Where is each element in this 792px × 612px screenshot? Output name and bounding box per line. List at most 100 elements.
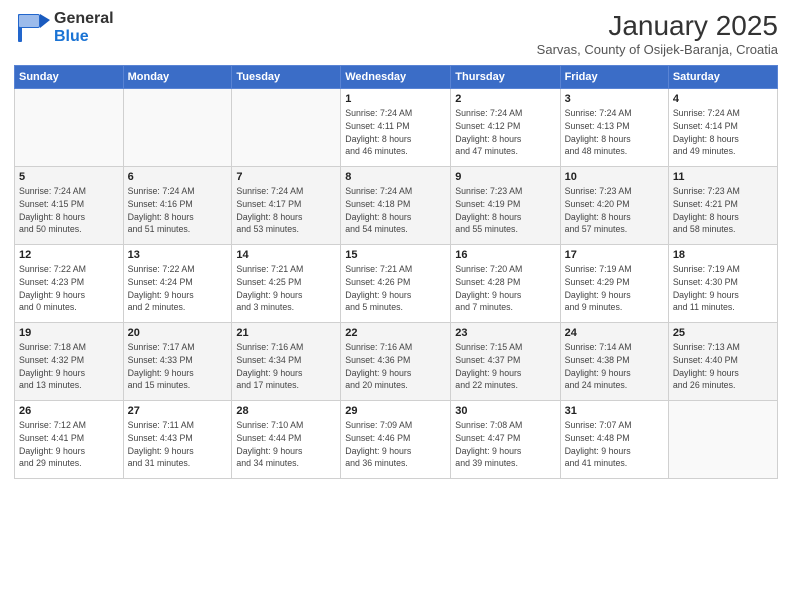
day-info: Sunrise: 7:08 AM Sunset: 4:47 PM Dayligh…: [455, 419, 555, 470]
calendar-cell: 10 Sunrise: 7:23 AM Sunset: 4:20 PM Dayli…: [560, 167, 668, 245]
calendar-cell: [123, 89, 232, 167]
day-info: Sunrise: 7:21 AM Sunset: 4:26 PM Dayligh…: [345, 263, 446, 314]
calendar-cell: 26 Sunrise: 7:12 AM Sunset: 4:41 PM Dayli…: [15, 401, 124, 479]
day-number: 26: [19, 405, 119, 417]
calendar-cell: 7Sunrise: 7:24 AM Sunset: 4:17 PM Daylig…: [232, 167, 341, 245]
logo-svg: [14, 10, 50, 46]
day-info: Sunrise: 7:24 AM Sunset: 4:18 PM Dayligh…: [345, 185, 446, 236]
day-info: Sunrise: 7:24 AM Sunset: 4:14 PM Dayligh…: [673, 107, 773, 158]
day-info: Sunrise: 7:18 AM Sunset: 4:32 PM Dayligh…: [19, 341, 119, 392]
day-number: 15: [345, 249, 446, 261]
day-number: 23: [455, 327, 555, 339]
calendar-cell: 1 Sunrise: 7:24 AM Sunset: 4:11 PM Daylig…: [341, 89, 451, 167]
day-info: Sunrise: 7:19 AM Sunset: 4:30 PM Dayligh…: [673, 263, 773, 314]
day-number: 19: [19, 327, 119, 339]
calendar-week-row: 26 Sunrise: 7:12 AM Sunset: 4:41 PM Dayli…: [15, 401, 778, 479]
page-container: General Blue January 2025 Sarvas, County…: [0, 0, 792, 485]
calendar-cell: 25Sunrise: 7:13 AM Sunset: 4:40 PM Dayli…: [668, 323, 777, 401]
calendar-week-row: 12 Sunrise: 7:22 AM Sunset: 4:23 PM Dayli…: [15, 245, 778, 323]
calendar-cell: 23 Sunrise: 7:15 AM Sunset: 4:37 PM Dayli…: [451, 323, 560, 401]
day-number: 12: [19, 249, 119, 261]
calendar-cell: 14 Sunrise: 7:21 AM Sunset: 4:25 PM Dayli…: [232, 245, 341, 323]
day-info: Sunrise: 7:16 AM Sunset: 4:36 PM Dayligh…: [345, 341, 446, 392]
calendar-cell: 4 Sunrise: 7:24 AM Sunset: 4:14 PM Daylig…: [668, 89, 777, 167]
day-info: Sunrise: 7:15 AM Sunset: 4:37 PM Dayligh…: [455, 341, 555, 392]
day-number: 25: [673, 327, 773, 339]
day-info: Sunrise: 7:12 AM Sunset: 4:41 PM Dayligh…: [19, 419, 119, 470]
calendar-cell: 31 Sunrise: 7:07 AM Sunset: 4:48 PM Dayli…: [560, 401, 668, 479]
weekday-header: Thursday: [451, 66, 560, 89]
calendar-cell: 9 Sunrise: 7:23 AM Sunset: 4:19 PM Daylig…: [451, 167, 560, 245]
calendar-cell: 13 Sunrise: 7:22 AM Sunset: 4:24 PM Dayli…: [123, 245, 232, 323]
calendar-cell: 17Sunrise: 7:19 AM Sunset: 4:29 PM Dayli…: [560, 245, 668, 323]
day-number: 24: [565, 327, 664, 339]
day-number: 13: [128, 249, 228, 261]
day-number: 28: [236, 405, 336, 417]
day-info: Sunrise: 7:21 AM Sunset: 4:25 PM Dayligh…: [236, 263, 336, 314]
calendar-cell: 8 Sunrise: 7:24 AM Sunset: 4:18 PM Daylig…: [341, 167, 451, 245]
logo-wrapper: General Blue: [14, 10, 114, 46]
day-info: Sunrise: 7:22 AM Sunset: 4:23 PM Dayligh…: [19, 263, 119, 314]
calendar-week-row: 1 Sunrise: 7:24 AM Sunset: 4:11 PM Daylig…: [15, 89, 778, 167]
weekday-header: Saturday: [668, 66, 777, 89]
day-info: Sunrise: 7:22 AM Sunset: 4:24 PM Dayligh…: [128, 263, 228, 314]
day-info: Sunrise: 7:16 AM Sunset: 4:34 PM Dayligh…: [236, 341, 336, 392]
day-info: Sunrise: 7:23 AM Sunset: 4:20 PM Dayligh…: [565, 185, 664, 236]
calendar-week-row: 5Sunrise: 7:24 AM Sunset: 4:15 PM Daylig…: [15, 167, 778, 245]
day-number: 18: [673, 249, 773, 261]
day-info: Sunrise: 7:23 AM Sunset: 4:19 PM Dayligh…: [455, 185, 555, 236]
calendar-table: SundayMondayTuesdayWednesdayThursdayFrid…: [14, 65, 778, 479]
calendar-cell: 15 Sunrise: 7:21 AM Sunset: 4:26 PM Dayli…: [341, 245, 451, 323]
calendar-cell: 12 Sunrise: 7:22 AM Sunset: 4:23 PM Dayli…: [15, 245, 124, 323]
calendar-cell: [15, 89, 124, 167]
day-number: 4: [673, 93, 773, 105]
day-number: 14: [236, 249, 336, 261]
day-number: 11: [673, 171, 773, 183]
day-number: 27: [128, 405, 228, 417]
day-number: 8: [345, 171, 446, 183]
day-info: Sunrise: 7:14 AM Sunset: 4:38 PM Dayligh…: [565, 341, 664, 392]
day-info: Sunrise: 7:11 AM Sunset: 4:43 PM Dayligh…: [128, 419, 228, 470]
calendar-cell: 29Sunrise: 7:09 AM Sunset: 4:46 PM Dayli…: [341, 401, 451, 479]
calendar-cell: 19 Sunrise: 7:18 AM Sunset: 4:32 PM Dayli…: [15, 323, 124, 401]
day-info: Sunrise: 7:17 AM Sunset: 4:33 PM Dayligh…: [128, 341, 228, 392]
calendar-cell: 28Sunrise: 7:10 AM Sunset: 4:44 PM Dayli…: [232, 401, 341, 479]
calendar-cell: 30 Sunrise: 7:08 AM Sunset: 4:47 PM Dayli…: [451, 401, 560, 479]
month-title: January 2025: [537, 10, 778, 42]
day-number: 6: [128, 171, 228, 183]
calendar-header-row: SundayMondayTuesdayWednesdayThursdayFrid…: [15, 66, 778, 89]
day-info: Sunrise: 7:24 AM Sunset: 4:11 PM Dayligh…: [345, 107, 446, 158]
day-number: 22: [345, 327, 446, 339]
day-info: Sunrise: 7:24 AM Sunset: 4:13 PM Dayligh…: [565, 107, 664, 158]
day-number: 20: [128, 327, 228, 339]
weekday-header: Wednesday: [341, 66, 451, 89]
day-info: Sunrise: 7:23 AM Sunset: 4:21 PM Dayligh…: [673, 185, 773, 236]
day-number: 30: [455, 405, 555, 417]
weekday-header: Monday: [123, 66, 232, 89]
calendar-week-row: 19 Sunrise: 7:18 AM Sunset: 4:32 PM Dayli…: [15, 323, 778, 401]
weekday-header: Sunday: [15, 66, 124, 89]
day-number: 1: [345, 93, 446, 105]
day-info: Sunrise: 7:07 AM Sunset: 4:48 PM Dayligh…: [565, 419, 664, 470]
calendar-cell: 6Sunrise: 7:24 AM Sunset: 4:16 PM Daylig…: [123, 167, 232, 245]
day-info: Sunrise: 7:19 AM Sunset: 4:29 PM Dayligh…: [565, 263, 664, 314]
calendar-cell: 11 Sunrise: 7:23 AM Sunset: 4:21 PM Dayli…: [668, 167, 777, 245]
day-number: 29: [345, 405, 446, 417]
logo-text: General Blue: [54, 10, 114, 45]
calendar-cell: 27 Sunrise: 7:11 AM Sunset: 4:43 PM Dayli…: [123, 401, 232, 479]
day-number: 2: [455, 93, 555, 105]
calendar-cell: 24 Sunrise: 7:14 AM Sunset: 4:38 PM Dayli…: [560, 323, 668, 401]
day-number: 31: [565, 405, 664, 417]
calendar-cell: 22 Sunrise: 7:16 AM Sunset: 4:36 PM Dayli…: [341, 323, 451, 401]
calendar-cell: 2Sunrise: 7:24 AM Sunset: 4:12 PM Daylig…: [451, 89, 560, 167]
calendar-cell: 5Sunrise: 7:24 AM Sunset: 4:15 PM Daylig…: [15, 167, 124, 245]
calendar-cell: 20 Sunrise: 7:17 AM Sunset: 4:33 PM Dayli…: [123, 323, 232, 401]
title-block: January 2025 Sarvas, County of Osijek-Ba…: [537, 10, 778, 57]
calendar-cell: 3Sunrise: 7:24 AM Sunset: 4:13 PM Daylig…: [560, 89, 668, 167]
day-info: Sunrise: 7:24 AM Sunset: 4:17 PM Dayligh…: [236, 185, 336, 236]
weekday-header: Friday: [560, 66, 668, 89]
day-number: 9: [455, 171, 555, 183]
day-number: 10: [565, 171, 664, 183]
header: General Blue January 2025 Sarvas, County…: [14, 10, 778, 57]
calendar-cell: 21Sunrise: 7:16 AM Sunset: 4:34 PM Dayli…: [232, 323, 341, 401]
